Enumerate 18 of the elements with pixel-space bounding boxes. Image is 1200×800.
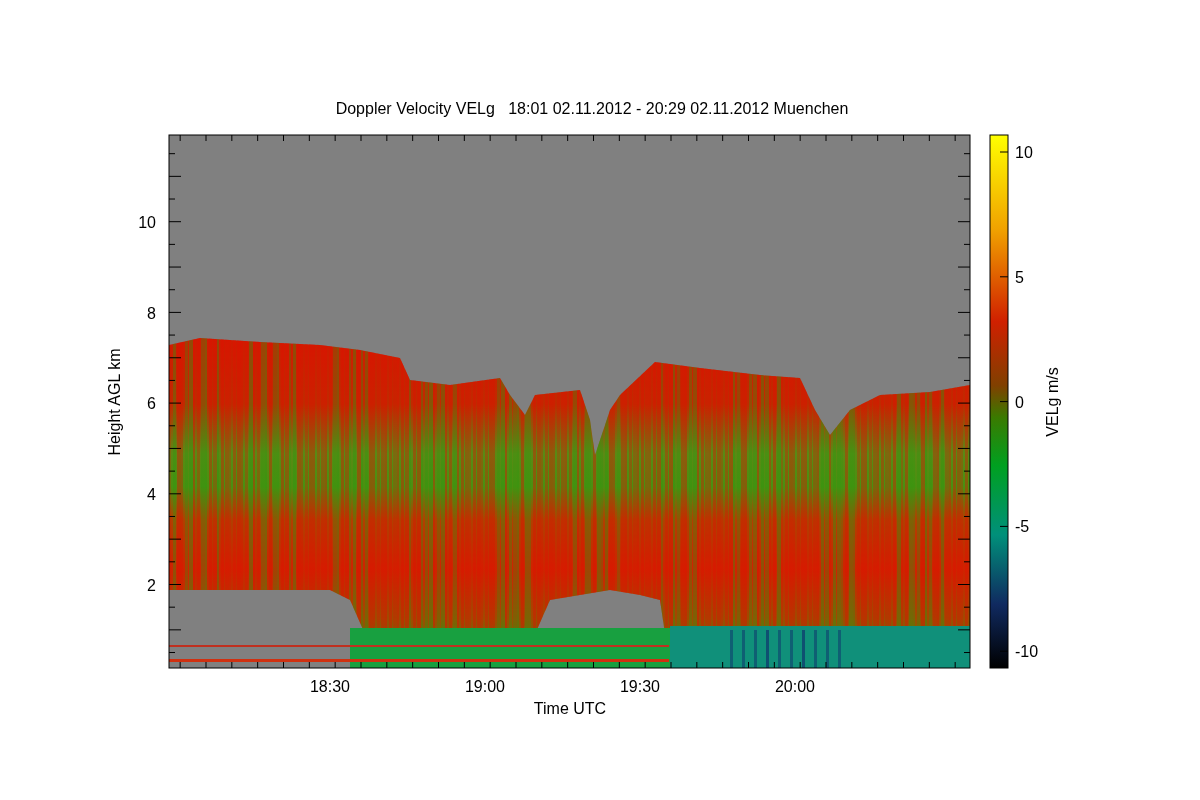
y-tick-label: 8 bbox=[147, 304, 156, 322]
y-tick-label: 2 bbox=[147, 576, 156, 594]
x-tick-label: 19:30 bbox=[620, 678, 660, 695]
colorbar-tick-label: 10 bbox=[1015, 144, 1033, 161]
x-tick-label: 20:00 bbox=[775, 678, 815, 695]
colorbar-tick-label: 5 bbox=[1015, 268, 1024, 286]
chart-title: Doppler Velocity VELg 18:01 02.11.2012 - 20:29 02.11.2012 Muenchen bbox=[335, 100, 849, 117]
x-tick-label: 19:00 bbox=[465, 678, 505, 695]
x-tick-label: 18:30 bbox=[310, 678, 350, 695]
x-axis-label: Time UTC bbox=[533, 700, 607, 717]
colorbar-tick-label: -10 bbox=[1015, 643, 1039, 661]
colorbar-tick-label: -5 bbox=[1015, 518, 1030, 536]
colorbar-tick-label: 0 bbox=[1015, 393, 1024, 411]
y-tick-label: 10 bbox=[138, 214, 156, 231]
y-tick-label: 4 bbox=[147, 486, 156, 504]
y-tick-label: 6 bbox=[147, 395, 156, 413]
colorbar-label: VELg m/s bbox=[1044, 367, 1061, 437]
y-axis-label: Height AGL km bbox=[106, 348, 123, 456]
